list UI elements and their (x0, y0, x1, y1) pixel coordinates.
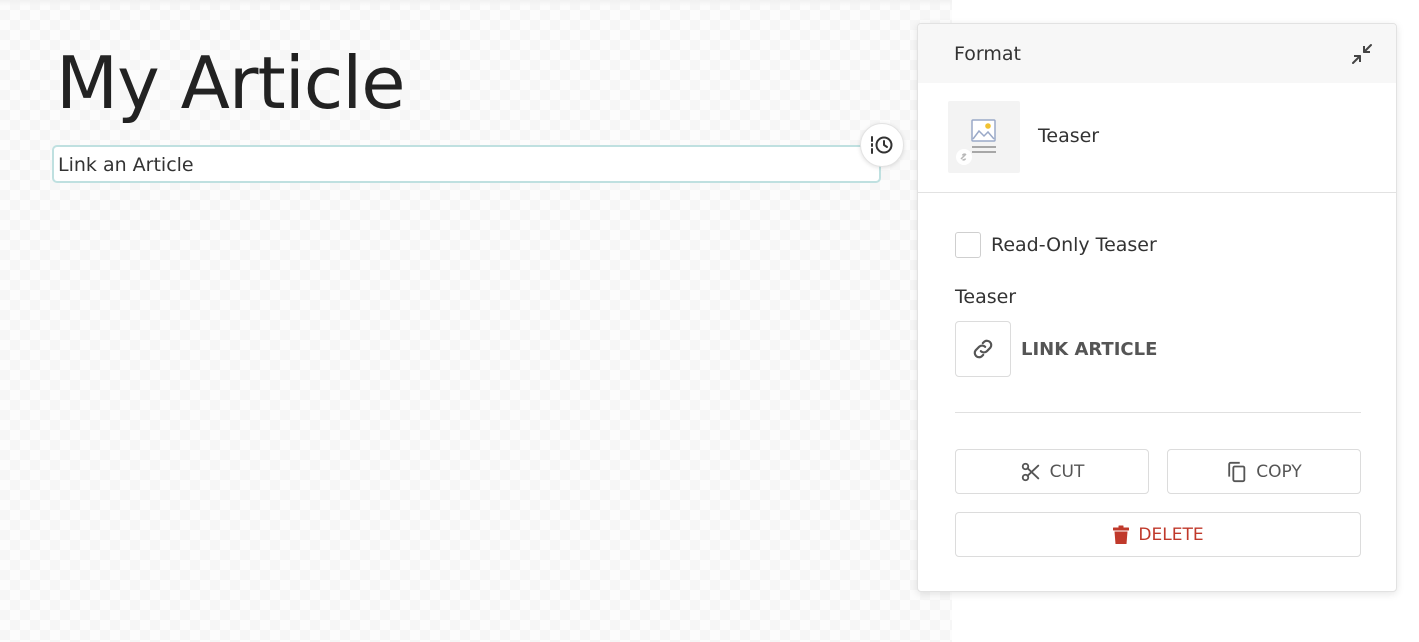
readonly-teaser-checkbox[interactable] (955, 232, 981, 258)
panel-divider (955, 412, 1361, 413)
block-type-row: Teaser (918, 83, 1396, 193)
teaser-image-icon (956, 119, 996, 165)
cut-button[interactable]: CUT (955, 449, 1149, 494)
editor-canvas: My Article Link an Article (0, 0, 952, 642)
delete-label: DELETE (1138, 524, 1204, 545)
cut-label: CUT (1049, 461, 1085, 482)
block-history-button[interactable] (860, 123, 904, 167)
trash-icon (1113, 525, 1130, 544)
article-title[interactable]: My Article (56, 38, 406, 128)
panel-header: Format (918, 24, 1396, 83)
history-icon (871, 136, 893, 154)
collapse-icon[interactable] (1350, 42, 1374, 66)
format-panel: Format Teaser Read-Only Teaser Teaser LI… (917, 23, 1397, 592)
readonly-teaser-label[interactable]: Read-Only Teaser (991, 234, 1157, 256)
editor-top-shadow (0, 0, 952, 6)
link-article-label[interactable]: LINK ARTICLE (1021, 339, 1157, 360)
copy-label: COPY (1256, 461, 1302, 482)
scissors-icon (1021, 462, 1039, 481)
block-type-label: Teaser (1038, 125, 1100, 147)
link-article-block[interactable]: Link an Article (52, 145, 881, 183)
link-icon (973, 339, 993, 359)
copy-icon (1228, 461, 1246, 482)
teaser-section-label: Teaser (955, 286, 1017, 308)
link-article-block-text: Link an Article (58, 154, 194, 176)
link-article-button[interactable] (955, 321, 1011, 377)
teaser-thumbnail (948, 101, 1020, 173)
delete-button[interactable]: DELETE (955, 512, 1361, 557)
copy-button[interactable]: COPY (1167, 449, 1361, 494)
panel-title: Format (954, 43, 1021, 65)
